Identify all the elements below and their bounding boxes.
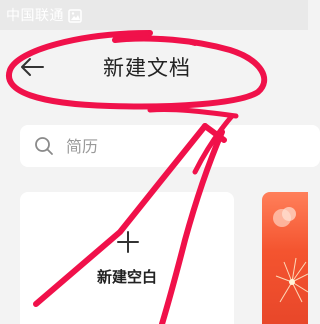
app-header: 新建文档 [0, 30, 308, 108]
carrier-name: 中国联通 [6, 8, 64, 24]
search-input[interactable] [64, 135, 288, 157]
status-bar: 中国联通 [0, 0, 308, 30]
plus-icon [116, 230, 140, 254]
page-title: 新建文档 [103, 56, 191, 80]
template-thumbnail [273, 207, 308, 303]
search-icon [34, 136, 54, 156]
new-blank-label: 新建空白 [96, 268, 157, 286]
gallery-icon [68, 8, 82, 23]
new-blank-document-card[interactable]: 新建空白 [20, 192, 234, 324]
template-card[interactable] [262, 192, 308, 324]
back-button[interactable] [14, 54, 50, 84]
back-arrow-icon [19, 56, 45, 82]
search-bar[interactable] [20, 125, 320, 167]
